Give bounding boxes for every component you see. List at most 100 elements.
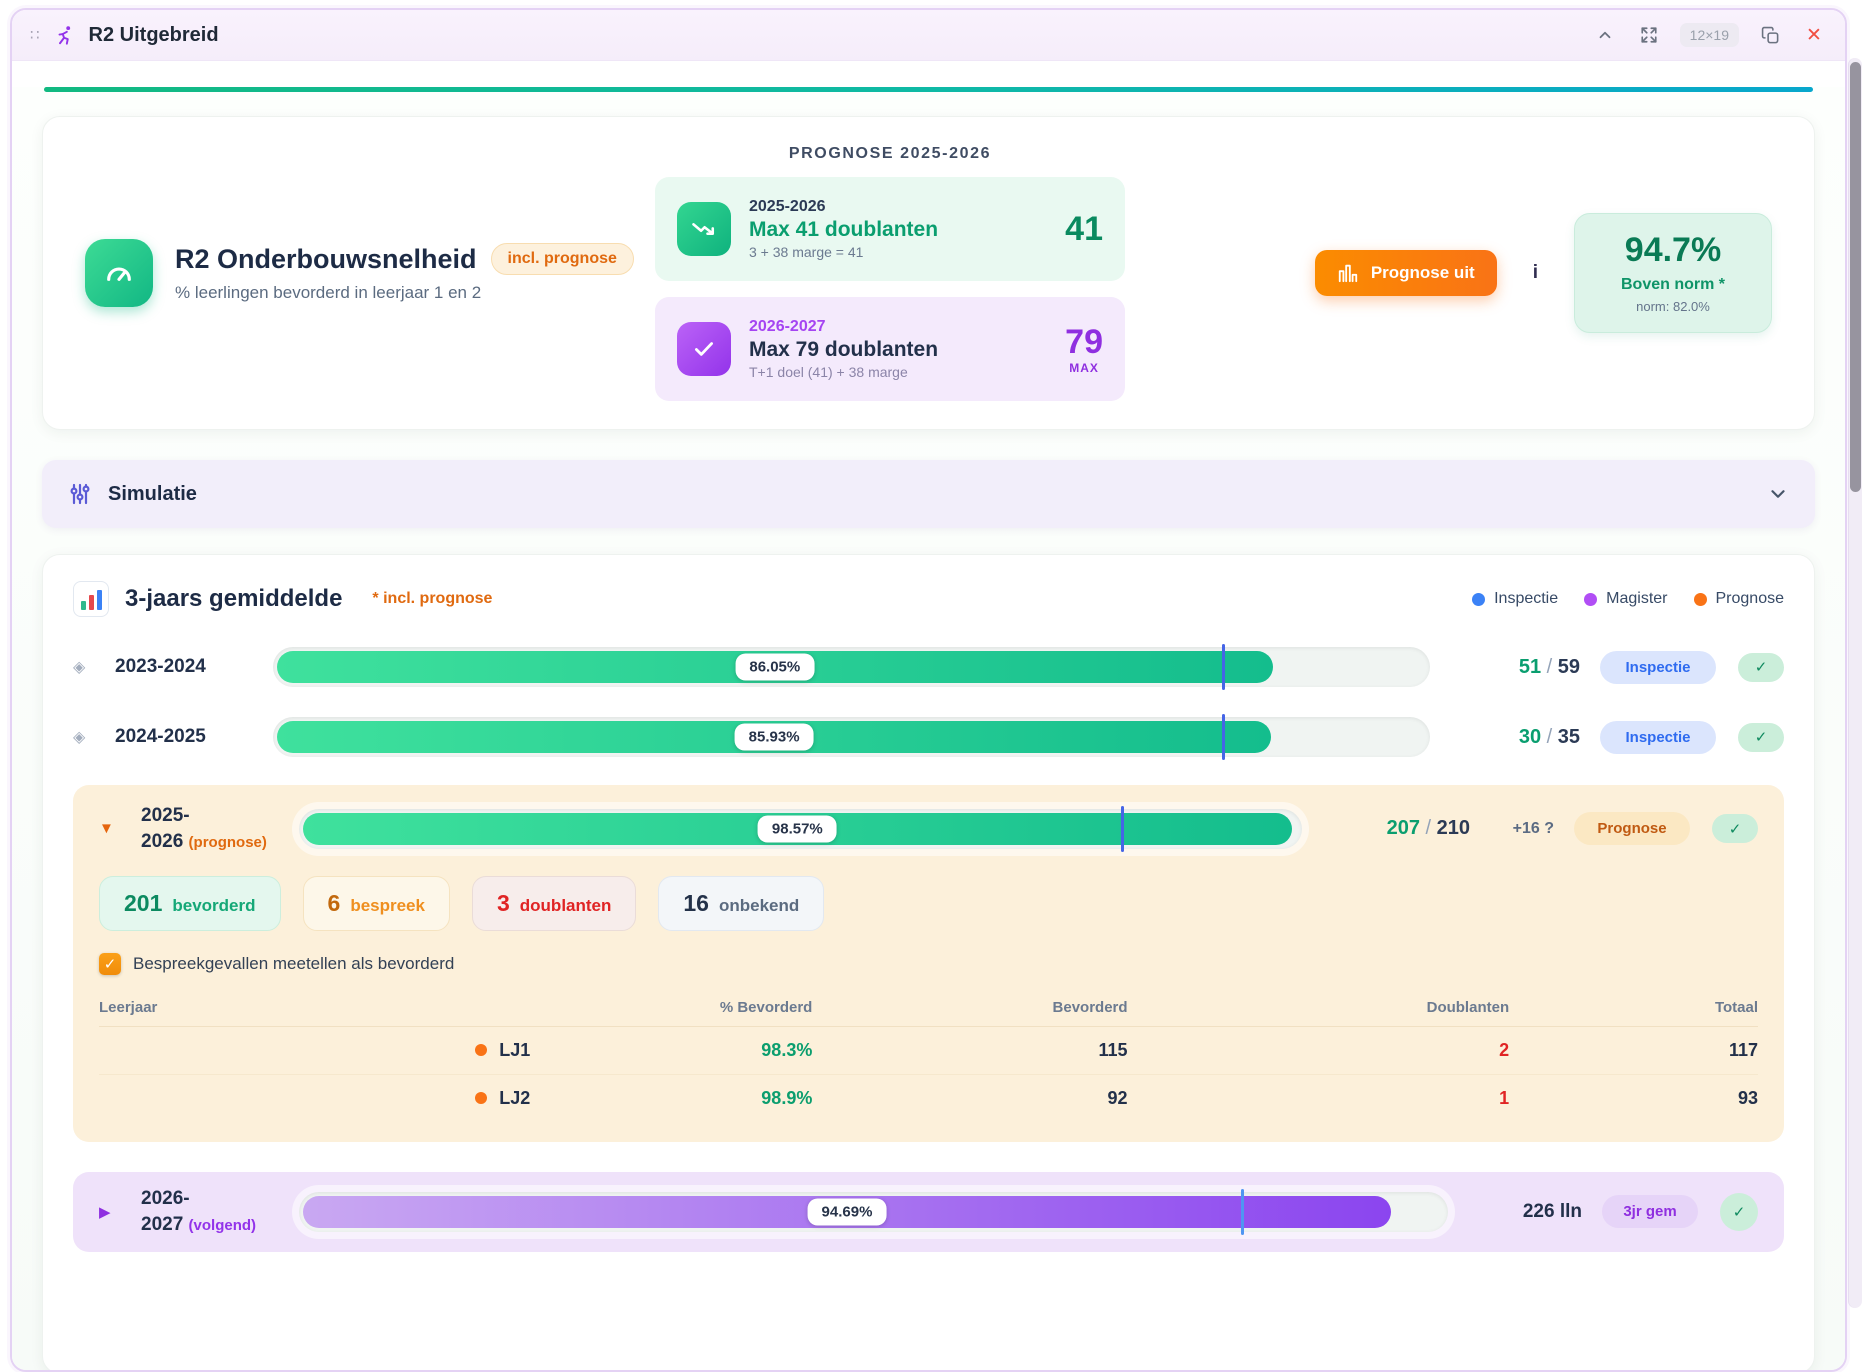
simulatie-section[interactable]: Simulatie (42, 460, 1815, 528)
col-pct-bevorderd: % Bevorderd (530, 989, 812, 1027)
check-status-icon: ✓ (1720, 1193, 1758, 1231)
orange-dot-icon (475, 1044, 487, 1056)
percent-pill: 98.57% (758, 815, 837, 842)
year-suffix: (volgend) (189, 1217, 257, 1234)
diamond-icon: ◈ (73, 657, 115, 677)
badge-doublanten: 3doublanten (472, 876, 636, 931)
year-row-2024-2025[interactable]: ◈ 2024-2025 85.93% 30 / 35 Inspectie ✓ (73, 717, 1784, 757)
bar-chart-emoji-icon (73, 581, 109, 617)
year-row-2023-2024[interactable]: ◈ 2023-2024 86.05% 51 / 59 Inspectie ✓ (73, 647, 1784, 687)
chart-header: 3-jaars gemiddelde * incl. prognose Insp… (73, 581, 1784, 617)
expand-icon[interactable] (1636, 22, 1662, 48)
chart-title: 3-jaars gemiddelde (125, 585, 342, 613)
source-badge: Inspectie (1600, 721, 1716, 754)
legend-item-prognose: Prognose (1694, 590, 1785, 608)
expand-triangle-icon[interactable]: ▶ (99, 1203, 141, 1221)
sliders-icon (68, 482, 92, 506)
chart-note: * incl. prognose (372, 590, 492, 608)
prognose-uit-button[interactable]: Prognose uit (1315, 250, 1497, 296)
extra-unknown-count: +16 ? (1484, 820, 1554, 838)
col-doublanten: Doublanten (1128, 989, 1510, 1027)
duplicate-icon[interactable] (1757, 22, 1783, 48)
collapse-triangle-icon[interactable]: ▼ (99, 820, 141, 837)
prognose-card-2026: 2026-2027 Max 79 doublanten T+1 doel (41… (655, 297, 1125, 401)
source-badge: Inspectie (1600, 651, 1716, 684)
source-badge: Prognose (1574, 812, 1690, 845)
progress-track: 85.93% (273, 717, 1430, 757)
kpi-left: R2 Onderbouwsnelheid incl. prognose % le… (85, 239, 645, 307)
content-area: R2 Onderbouwsnelheid incl. prognose % le… (12, 87, 1845, 1372)
checkbox-checked[interactable]: ✓ (99, 953, 121, 975)
prognose-card-year: 2025-2026 (749, 198, 1047, 216)
size-badge: 12×19 (1680, 23, 1739, 47)
chart-card: 3-jaars gemiddelde * incl. prognose Insp… (42, 554, 1815, 1372)
norm-marker (1222, 714, 1225, 760)
norm-marker (1222, 644, 1225, 690)
prognose-card-year: 2026-2027 (749, 318, 1047, 336)
year-label: 2026-2027 (volgend) (141, 1186, 299, 1237)
progress-track: 98.57% (299, 809, 1302, 849)
prognose-card-title: Max 79 doublanten (749, 338, 1047, 362)
year-label: 2024-2025 (115, 724, 273, 750)
runner-icon (53, 23, 77, 47)
chevron-down-icon[interactable] (1767, 483, 1789, 505)
bespreek-checkbox-row[interactable]: ✓ Bespreekgevallen meetellen als bevorde… (99, 953, 1758, 975)
table-header-row: Leerjaar % Bevorderd Bevorderd Doublante… (99, 989, 1758, 1027)
progress-track: 86.05% (273, 647, 1430, 687)
progress-fill: 98.57% (303, 813, 1292, 845)
gauge-icon (85, 239, 153, 307)
widget-window: ∷ R2 Uitgebreid 12×19 (10, 8, 1847, 1372)
prognose-panel-2025-2026: ▼ 2025-2026 (prognose) 98.57% 207 / 210 … (73, 785, 1784, 1142)
legend-dot-magister (1584, 593, 1597, 606)
leerjaar-table: Leerjaar % Bevorderd Bevorderd Doublante… (99, 989, 1758, 1122)
norm-score-value: 94.7% (1585, 232, 1761, 269)
scrollbar-thumb[interactable] (1850, 62, 1861, 492)
year-row-2026-2027[interactable]: ▶ 2026-2027 (volgend) 94.69% 226 lln 3jr… (99, 1186, 1758, 1237)
prognose-card-2025: 2025-2026 Max 41 doublanten 3 + 38 marge… (655, 177, 1125, 281)
info-icon[interactable]: i (1527, 258, 1544, 288)
year-suffix: (prognose) (189, 834, 267, 851)
norm-score-label: Boven norm * (1585, 276, 1761, 294)
prognose-section: PROGNOSE 2025-2026 2025-2026 Max 41 doub… (655, 145, 1125, 401)
percent-pill: 94.69% (808, 1198, 887, 1225)
percent-pill: 86.05% (735, 654, 814, 681)
percent-pill: 85.93% (735, 724, 814, 751)
count-badges: 201bevorderd 6bespreek 3doublanten 16onb… (99, 876, 1758, 931)
check-status-icon: ✓ (1738, 653, 1784, 682)
check-status-icon: ✓ (1738, 723, 1784, 752)
checkbox-label: Bespreekgevallen meetellen als bevorderd (133, 954, 454, 974)
col-leerjaar: Leerjaar (99, 989, 530, 1027)
progress-track: 94.69% (299, 1192, 1448, 1232)
prognose-card-note: 3 + 38 marge = 41 (749, 244, 1047, 260)
prognose-card-title: Max 41 doublanten (749, 218, 1047, 242)
legend-item-inspectie: Inspectie (1472, 590, 1558, 608)
year-label: 2025-2026 (prognose) (141, 803, 299, 854)
simulatie-title: Simulatie (108, 483, 197, 506)
next-year-panel-2026-2027: ▶ 2026-2027 (volgend) 94.69% 226 lln 3jr… (73, 1172, 1784, 1251)
fraction: 207 / 210 (1342, 817, 1470, 840)
badge-bespreek: 6bespreek (303, 876, 450, 931)
legend-dot-inspectie (1472, 593, 1485, 606)
badge-onbekend: 16onbekend (658, 876, 824, 931)
collapse-chevron-icon[interactable] (1592, 22, 1618, 48)
scrollbar-track[interactable] (1848, 58, 1862, 1308)
prognose-heading: PROGNOSE 2025-2026 (655, 145, 1125, 163)
year-label: 2023-2024 (115, 654, 273, 680)
close-icon[interactable]: ✕ (1801, 22, 1827, 48)
prognose-card-value: 79MAX (1065, 325, 1103, 374)
year-row-2025-2026[interactable]: ▼ 2025-2026 (prognose) 98.57% 207 / 210 … (99, 803, 1758, 854)
window-title: R2 Uitgebreid (89, 24, 219, 47)
drag-handle-icon[interactable]: ∷ (30, 26, 41, 44)
table-row-lj1: LJ1 98.3% 115 2 117 (99, 1027, 1758, 1075)
check-icon (677, 322, 731, 376)
col-totaal: Totaal (1509, 989, 1758, 1027)
badge-bevorderd: 201bevorderd (99, 876, 281, 931)
incl-prognose-badge: incl. prognose (491, 243, 634, 275)
col-bevorderd: Bevorderd (812, 989, 1127, 1027)
kpi-header-card: R2 Onderbouwsnelheid incl. prognose % le… (42, 116, 1815, 430)
header-right: Prognose uit i 94.7% Boven norm * norm: … (1135, 213, 1772, 332)
source-badge: 3jr gem (1602, 1195, 1698, 1228)
norm-score-card: 94.7% Boven norm * norm: 82.0% (1574, 213, 1772, 332)
accent-progress-bar (44, 87, 1813, 92)
diamond-icon: ◈ (73, 727, 115, 747)
